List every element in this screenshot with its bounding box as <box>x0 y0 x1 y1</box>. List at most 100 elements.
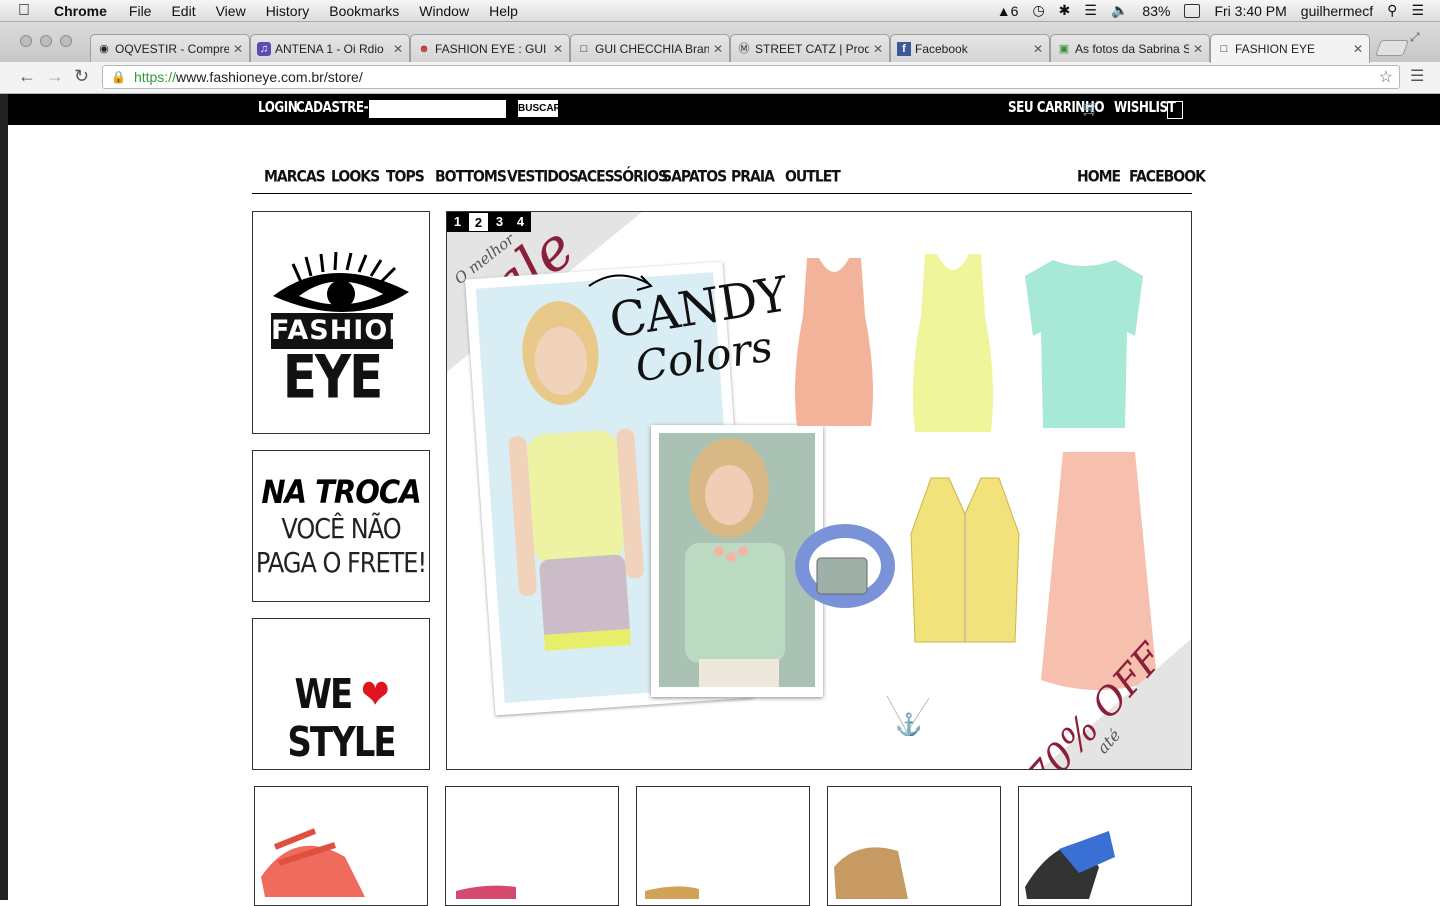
svg-text:⚓: ⚓ <box>895 712 922 736</box>
nav-home[interactable]: HOME <box>1077 168 1121 186</box>
tab-strip: ◉ OQVESTIR - Compre ✕ ♫ ANTENA 1 - Oi Rd… <box>0 22 1440 63</box>
tab-fotos-sabrina[interactable]: ▣ As fotos da Sabrina S ✕ <box>1050 34 1210 62</box>
free-exchange-promo[interactable]: NA TROCA VOCÊ NÃO PAGA O FRETE! <box>252 450 430 602</box>
nav-outlet[interactable]: OUTLET <box>785 168 841 186</box>
tab-oqvestir[interactable]: ◉ OQVESTIR - Compre ✕ <box>90 34 250 62</box>
hero-banner[interactable]: 1 2 3 4 O melhor sale CANDY Colors <box>446 211 1192 770</box>
facebook-icon: f <box>897 41 911 56</box>
menu-bookmarks[interactable]: Bookmarks <box>329 3 399 19</box>
nav-looks[interactable]: LOOKS <box>331 168 380 186</box>
pager-3[interactable]: 3 <box>489 212 510 232</box>
reload-icon[interactable]: ↻ <box>74 66 89 87</box>
user-name[interactable]: guilhermecf <box>1301 3 1373 19</box>
style-style: STYLE <box>287 719 396 767</box>
menu-history[interactable]: History <box>266 3 310 19</box>
menu-help[interactable]: Help <box>489 3 518 19</box>
promo-troca-line1: NA TROCA <box>261 473 421 511</box>
arrow-icon <box>588 274 653 291</box>
pager-2[interactable]: 2 <box>468 212 489 232</box>
zoom-window-button[interactable] <box>60 35 72 47</box>
nav-tops[interactable]: TOPS <box>386 168 425 186</box>
heart-icon: ❤ <box>361 671 389 719</box>
nav-acessorios[interactable]: ACESSÓRIOS <box>577 168 668 186</box>
chrome-menu-icon[interactable]: ☰ <box>1410 66 1424 86</box>
back-icon[interactable]: ← <box>18 66 36 87</box>
product-image-shoe-pink <box>456 885 516 899</box>
bluetooth-icon[interactable]: ✱ <box>1059 2 1071 19</box>
nav-sapatos[interactable]: SAPATOS <box>662 168 727 186</box>
tab-title: STREET CATZ | Produ <box>755 41 869 56</box>
close-tab-icon[interactable]: ✕ <box>1033 42 1043 56</box>
fashioneye-icon: ☻ <box>418 42 430 55</box>
minimize-window-button[interactable] <box>40 35 52 47</box>
photos-icon: ▣ <box>1058 42 1070 55</box>
menu-view[interactable]: View <box>216 3 246 19</box>
menu-file[interactable]: File <box>129 3 152 19</box>
logo-box[interactable]: FASHION EYE <box>252 211 430 434</box>
tab-street-catz[interactable]: Ⓜ STREET CATZ | Produ ✕ <box>730 34 890 62</box>
lock-icon[interactable]: 🔒 <box>111 70 126 84</box>
tab-gui-checchia[interactable]: □ GUI CHECCHIA Brand ✕ <box>570 34 730 62</box>
nav-vestidos[interactable]: VESTIDOS <box>507 168 579 186</box>
app-menu-chrome[interactable]: Chrome <box>54 3 107 19</box>
close-tab-icon[interactable]: ✕ <box>233 42 243 56</box>
search-button[interactable]: BUSCAR <box>517 99 561 118</box>
tab-title: OQVESTIR - Compre <box>115 41 229 56</box>
tab-facebook[interactable]: f Facebook ✕ <box>890 34 1050 62</box>
fullscreen-icon[interactable]: ⤢ <box>1410 30 1420 45</box>
new-tab-button[interactable] <box>1375 40 1409 56</box>
pager-1[interactable]: 1 <box>447 212 468 232</box>
notif-count: 6 <box>1010 2 1019 19</box>
login-link[interactable]: LOGIN <box>258 98 298 116</box>
anchor-necklace-image: ⚓ <box>886 695 930 736</box>
close-tab-icon[interactable]: ✕ <box>873 42 883 56</box>
product-card[interactable] <box>827 786 1001 906</box>
nav-facebook[interactable]: FACEBOOK <box>1129 168 1206 186</box>
close-tab-icon[interactable]: ✕ <box>393 42 403 56</box>
page-icon: □ <box>1220 43 1228 55</box>
product-card[interactable] <box>445 786 619 906</box>
battery-icon[interactable] <box>1184 3 1201 18</box>
style-we: WE <box>294 671 353 719</box>
close-window-button[interactable] <box>20 35 32 47</box>
clock[interactable]: Fri 3:40 PM <box>1214 3 1286 19</box>
url-text: www.fashioneye.com.br/store/ <box>175 69 363 85</box>
oqvestir-icon: ◉ <box>99 42 109 55</box>
menu-window[interactable]: Window <box>419 3 469 19</box>
address-bar[interactable]: 🔒 https:// www.fashioneye.com.br/store/ … <box>102 65 1400 89</box>
forward-icon[interactable]: → <box>46 66 64 87</box>
time-machine-icon[interactable]: ◷ <box>1032 2 1044 19</box>
tab-fashioneye-gui[interactable]: ☻ FASHION EYE : GUI C ✕ <box>410 34 570 62</box>
tab-antena[interactable]: ♫ ANTENA 1 - Oi Rdio ✕ <box>250 34 410 62</box>
volume-icon[interactable]: 🔈 <box>1111 2 1128 19</box>
site-top-bar: LOGIN CADASTRE-SE BUSCAR SEU CARRINHO 🛒 … <box>8 94 1440 125</box>
product-card[interactable] <box>1018 786 1192 906</box>
close-tab-icon[interactable]: ✕ <box>1193 42 1203 56</box>
bookmark-star-icon[interactable]: ☆ <box>1379 67 1393 87</box>
pager-4[interactable]: 4 <box>510 212 531 232</box>
product-card[interactable] <box>636 786 810 906</box>
wifi-icon[interactable]: ☰ <box>1084 2 1097 19</box>
nav-marcas[interactable]: MARCAS <box>264 168 326 186</box>
close-tab-icon[interactable]: ✕ <box>553 42 563 56</box>
product-card[interactable] <box>254 786 428 906</box>
adobe-icon[interactable]: ▲6 <box>997 3 1019 19</box>
search-input[interactable] <box>369 100 506 118</box>
notification-center-icon[interactable]: ☰ <box>1411 2 1424 19</box>
url-protocol: https:// <box>133 69 176 85</box>
close-tab-icon[interactable]: ✕ <box>713 42 723 56</box>
apple-icon[interactable]:  <box>18 2 40 20</box>
category-nav: MARCAS LOOKS TOPS BOTTOMS VESTIDOS ACESS… <box>252 165 1206 194</box>
we-love-style-promo[interactable]: WE ❤ STYLE <box>252 618 430 770</box>
close-tab-icon[interactable]: ✕ <box>1353 42 1363 56</box>
battery-status[interactable]: 83% <box>1142 3 1170 19</box>
os-menu-bar:  Chrome File Edit View History Bookmark… <box>0 0 1440 22</box>
spotlight-icon[interactable]: ⚲ <box>1387 2 1397 19</box>
nav-bottoms[interactable]: BOTTOMS <box>435 168 507 186</box>
promo-troca-line2: VOCÊ NÃO <box>281 512 401 546</box>
cart-icon[interactable]: 🛒 <box>1082 100 1099 117</box>
tab-fashion-eye-active[interactable]: □ FASHION EYE ✕ <box>1210 34 1370 63</box>
nav-praia[interactable]: PRAIA <box>731 168 775 186</box>
wishlist-icon[interactable] <box>1167 101 1183 119</box>
menu-edit[interactable]: Edit <box>171 3 195 19</box>
